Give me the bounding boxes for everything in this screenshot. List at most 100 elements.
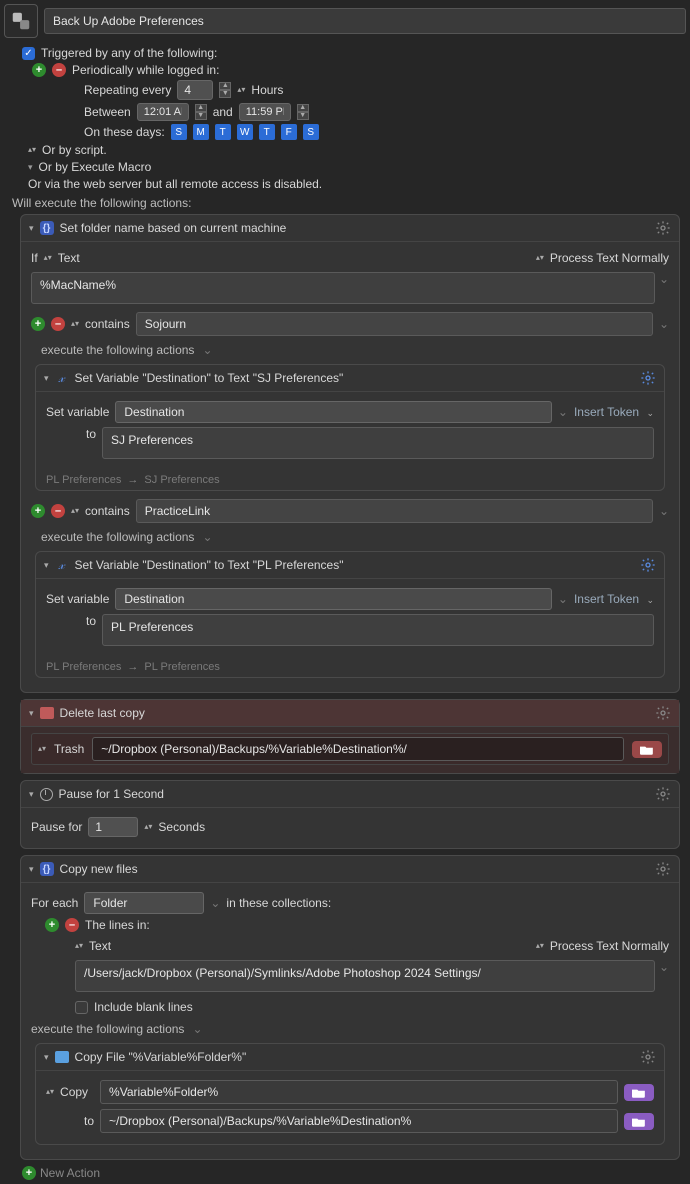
- pause-value-input[interactable]: [88, 817, 138, 837]
- add-condition-button[interactable]: +: [31, 504, 45, 518]
- text-selector[interactable]: ▴▾: [75, 942, 83, 950]
- token-chevron[interactable]: ⌄: [659, 504, 669, 518]
- if-menu-selector[interactable]: ▴▾: [44, 254, 52, 262]
- path-picker-button[interactable]: [624, 1113, 654, 1130]
- action-title: Set folder name based on current machine: [60, 221, 287, 235]
- disclosure-icon[interactable]: ▾: [44, 560, 49, 571]
- time-end-stepper[interactable]: ▲▼: [297, 104, 309, 120]
- crumb-left: PL Preferences: [46, 661, 121, 673]
- to-label: to: [46, 614, 96, 628]
- insert-token-link[interactable]: Insert Token ⌄: [574, 405, 654, 419]
- trigger-checkbox[interactable]: ✓: [22, 47, 35, 60]
- var-chevron[interactable]: ⌄: [558, 405, 568, 419]
- crumb-right: SJ Preferences: [144, 474, 219, 486]
- exec-chevron[interactable]: ⌄: [202, 343, 212, 357]
- exec-following: execute the following actions: [31, 1022, 184, 1036]
- contains-value-1[interactable]: [136, 312, 653, 336]
- time-start-stepper[interactable]: ▲▼: [195, 104, 207, 120]
- token-chevron[interactable]: ⌄: [659, 272, 669, 304]
- macname-textarea[interactable]: %MacName%: [31, 272, 655, 304]
- gear-icon[interactable]: [640, 1049, 656, 1065]
- copy-value-input[interactable]: [100, 1080, 618, 1104]
- remove-condition-button[interactable]: –: [51, 504, 65, 518]
- disclosure-icon[interactable]: ▾: [44, 1052, 49, 1063]
- day-wed[interactable]: W: [237, 124, 253, 140]
- foreach-select[interactable]: Folder: [84, 892, 204, 914]
- token-chevron[interactable]: ⌄: [659, 960, 669, 992]
- var-name-select[interactable]: Destination: [115, 588, 552, 610]
- or-script-selector[interactable]: ▴▾: [28, 146, 36, 154]
- remove-collection-button[interactable]: –: [65, 918, 79, 932]
- disclosure-icon[interactable]: ▾: [29, 708, 34, 719]
- foreach-chevron[interactable]: ⌄: [210, 896, 220, 910]
- day-thu[interactable]: T: [259, 124, 275, 140]
- foreach-value: Folder: [93, 896, 127, 910]
- pause-unit: Seconds: [158, 820, 205, 834]
- day-fri[interactable]: F: [281, 124, 297, 140]
- contains-selector[interactable]: ▴▾: [71, 507, 79, 515]
- disclosure-icon[interactable]: ▾: [44, 373, 49, 384]
- gear-icon[interactable]: [640, 370, 656, 386]
- to-value-textarea[interactable]: SJ Preferences: [102, 427, 654, 459]
- unit-selector[interactable]: ▴▾: [237, 86, 245, 94]
- path-picker-button[interactable]: [632, 741, 662, 758]
- var-chevron[interactable]: ⌄: [558, 592, 568, 606]
- day-sun[interactable]: S: [171, 124, 187, 140]
- exec-chevron[interactable]: ⌄: [192, 1022, 202, 1036]
- token-chevron[interactable]: ⌄: [659, 317, 669, 331]
- or-macro-disclosure[interactable]: ▾: [28, 162, 33, 173]
- repeat-value-input[interactable]: [177, 80, 213, 100]
- new-action-button[interactable]: + New Action: [22, 1166, 686, 1180]
- exec-following: execute the following actions: [41, 343, 194, 357]
- arrow-icon: →: [127, 474, 138, 486]
- include-blank-label: Include blank lines: [94, 1000, 193, 1014]
- add-collection-button[interactable]: +: [45, 918, 59, 932]
- path-picker-button[interactable]: [624, 1084, 654, 1101]
- to-value-input[interactable]: [100, 1109, 618, 1133]
- add-condition-button[interactable]: +: [31, 317, 45, 331]
- day-tue[interactable]: T: [215, 124, 231, 140]
- exec-chevron[interactable]: ⌄: [202, 530, 212, 544]
- repeat-label: Repeating every: [84, 83, 171, 97]
- trash-selector[interactable]: ▴▾: [38, 745, 46, 753]
- text-menu: Text: [89, 939, 111, 953]
- day-mon[interactable]: M: [193, 124, 209, 140]
- include-blank-checkbox[interactable]: [75, 1001, 88, 1014]
- arrow-icon: →: [127, 661, 138, 673]
- var-name-select[interactable]: Destination: [115, 401, 552, 423]
- gear-icon[interactable]: [655, 220, 671, 236]
- braces-icon: {}: [40, 221, 54, 235]
- unit-selector[interactable]: ▴▾: [144, 823, 152, 831]
- repeat-stepper[interactable]: ▲▼: [219, 82, 231, 98]
- time-start-input[interactable]: [137, 103, 189, 121]
- contains-selector[interactable]: ▴▾: [71, 320, 79, 328]
- gear-icon[interactable]: [655, 705, 671, 721]
- to-value-textarea[interactable]: PL Preferences: [102, 614, 654, 646]
- disclosure-icon[interactable]: ▾: [29, 223, 34, 234]
- trash-path-input[interactable]: [92, 737, 624, 761]
- disclosure-icon[interactable]: ▾: [29, 789, 34, 800]
- or-macro: Or by Execute Macro: [39, 160, 152, 174]
- disclosure-icon[interactable]: ▾: [29, 864, 34, 875]
- gear-icon[interactable]: [655, 861, 671, 877]
- process-selector[interactable]: ▴▾: [536, 254, 544, 262]
- contains-value-2[interactable]: [136, 499, 653, 523]
- day-sat[interactable]: S: [303, 124, 319, 140]
- exec-label: Will execute the following actions:: [12, 196, 686, 210]
- setvar1-title: Set Variable "Destination" to Text "SJ P…: [75, 371, 344, 385]
- process-selector[interactable]: ▴▾: [536, 942, 544, 950]
- pause-label: Pause for: [31, 820, 82, 834]
- remove-trigger-button[interactable]: –: [52, 63, 66, 77]
- or-script: Or by script.: [42, 143, 107, 157]
- action-setvar-1: ▾ 𝓍 Set Variable "Destination" to Text "…: [35, 364, 665, 491]
- macro-title-input[interactable]: [44, 8, 686, 34]
- remove-condition-button[interactable]: –: [51, 317, 65, 331]
- repeat-unit: Hours: [251, 83, 283, 97]
- copy-selector[interactable]: ▴▾: [46, 1088, 54, 1096]
- gear-icon[interactable]: [640, 557, 656, 573]
- add-trigger-button[interactable]: +: [32, 63, 46, 77]
- time-end-input[interactable]: [239, 103, 291, 121]
- insert-token-link[interactable]: Insert Token ⌄: [574, 592, 654, 606]
- gear-icon[interactable]: [655, 786, 671, 802]
- paths-textarea[interactable]: /Users/jack/Dropbox (Personal)/Symlinks/…: [75, 960, 655, 992]
